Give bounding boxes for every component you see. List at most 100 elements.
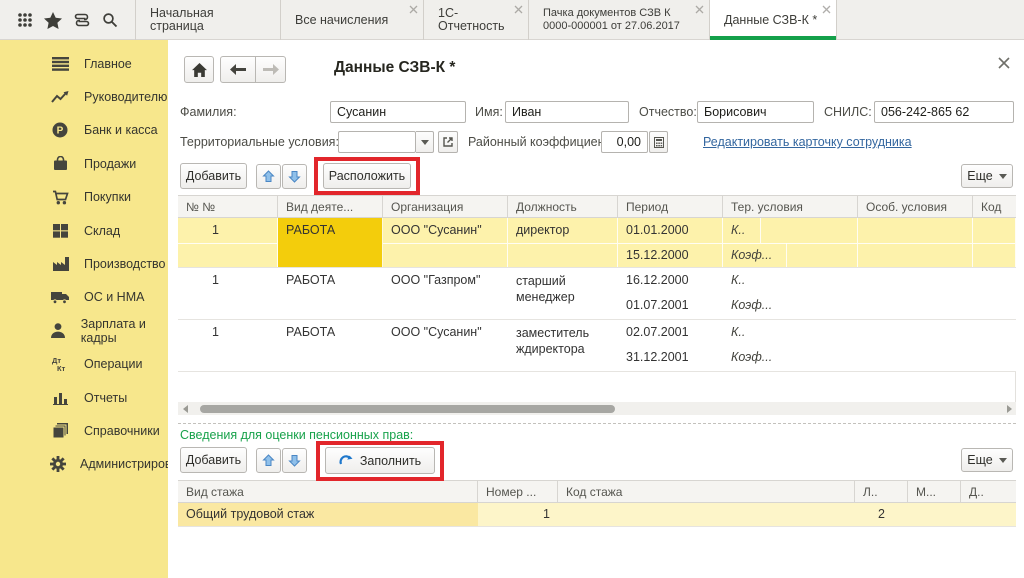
fill-button[interactable]: Заполнить (325, 447, 435, 474)
period-to-cell: 15.12.2000 (618, 243, 722, 267)
sidebar-item-main[interactable]: Главное (0, 47, 168, 80)
svg-text:Р: Р (57, 126, 64, 137)
cart-icon (50, 188, 70, 206)
history-icon[interactable] (71, 9, 93, 31)
activity-cell[interactable]: РАБОТА (278, 218, 382, 243)
apps-grid-icon[interactable] (14, 9, 36, 31)
column-header[interactable]: Д.. (961, 481, 1016, 502)
sidebar-item-manager[interactable]: Руководителю (0, 80, 168, 113)
move-up-button[interactable] (256, 164, 281, 189)
column-header[interactable]: Л.. (855, 481, 908, 502)
sidebar-item-administration[interactable]: Администрирование (0, 448, 168, 481)
add-button[interactable]: Добавить (180, 163, 247, 189)
move-up-button[interactable] (256, 448, 281, 473)
sidebar-item-purchases[interactable]: Покупки (0, 181, 168, 214)
column-header[interactable]: Должность (508, 196, 618, 217)
books-stack-icon (50, 422, 70, 440)
column-header[interactable]: Период (618, 196, 723, 217)
sidebar-item-bank-cash[interactable]: Р Банк и касса (0, 114, 168, 147)
lastname-label: Фамилия: (180, 101, 237, 123)
open-link-icon (443, 137, 453, 147)
move-down-button[interactable] (282, 448, 307, 473)
column-header[interactable]: Вид стажа (178, 481, 478, 502)
column-header[interactable]: Особ. условия (858, 196, 973, 217)
district-coeff-input[interactable] (601, 131, 648, 153)
position-cell: старший (508, 268, 618, 290)
table-row[interactable]: 1 РАБОТА ООО "Сусанин" директор 01.01.20… (178, 218, 1016, 268)
sidebar-item-warehouse[interactable]: Склад (0, 214, 168, 247)
close-tab-icon[interactable] (695, 5, 704, 14)
table-empty-area (178, 372, 1016, 402)
tab-home-page[interactable]: Начальная страница (135, 0, 281, 40)
territorial-combo-input[interactable] (338, 131, 416, 153)
forward-button[interactable] (256, 56, 286, 83)
tab-szvk-data[interactable]: Данные СЗВ-К * (709, 0, 837, 40)
refresh-arrow-icon (339, 455, 353, 467)
table-row[interactable]: 1 РАБОТА ООО "Газпром" старшийменеджер 1… (178, 268, 1016, 320)
firstname-input[interactable] (505, 101, 629, 123)
table-row[interactable]: 1 РАБОТА ООО "Сусанин" заместительждирек… (178, 320, 1016, 372)
horizontal-scrollbar[interactable] (178, 402, 1016, 415)
firstname-label: Имя: (475, 101, 503, 123)
close-form-icon[interactable] (998, 57, 1012, 71)
snils-input[interactable] (874, 101, 1014, 123)
more-button[interactable]: Еще (961, 164, 1013, 188)
tab-label: Все начисления (295, 14, 388, 27)
column-header[interactable]: Код (973, 196, 1016, 217)
sidebar-item-payroll-hr[interactable]: Зарплата и кадры (0, 314, 168, 347)
territorial-cell: К.. (723, 320, 858, 345)
column-header[interactable]: Организация (383, 196, 508, 217)
calculator-button[interactable] (649, 131, 668, 153)
close-tab-icon[interactable] (822, 5, 831, 14)
move-down-button[interactable] (282, 164, 307, 189)
period-from-cell: 16.12.2000 (618, 268, 723, 293)
tab-1c-reporting[interactable]: 1С-Отчетность (423, 0, 529, 40)
more-button[interactable]: Еще (961, 448, 1013, 472)
column-header[interactable]: Вид деяте... (278, 196, 383, 217)
tab-document-pack[interactable]: Пачка документов СЗВ К 0000-000001 от 27… (528, 0, 710, 40)
column-header[interactable]: Тер. условия (723, 196, 858, 217)
search-icon[interactable] (99, 9, 121, 31)
sidebar-item-label: Продажи (84, 157, 136, 171)
sidebar-item-fixed-assets[interactable]: ОС и НМА (0, 281, 168, 314)
add-button[interactable]: Добавить (180, 447, 247, 473)
arrange-button[interactable]: Расположить (323, 163, 411, 189)
table-row[interactable]: Общий трудовой стаж 1 2 (178, 503, 1016, 527)
employment-table-header: № № Вид деяте... Организация Должность П… (178, 195, 1016, 218)
column-header[interactable]: М... (908, 481, 961, 502)
sidebar-item-directories[interactable]: Справочники (0, 414, 168, 447)
scroll-right-icon[interactable] (1002, 402, 1016, 415)
column-header[interactable]: Код стажа (558, 481, 855, 502)
sidebar-item-reports[interactable]: Отчеты (0, 381, 168, 414)
chevron-down-icon (999, 458, 1007, 463)
territorial-open-button[interactable] (438, 131, 458, 153)
lastname-input[interactable] (330, 101, 466, 123)
column-header[interactable]: № № (178, 196, 278, 217)
close-tab-icon[interactable] (514, 5, 523, 14)
sidebar-item-sales[interactable]: Продажи (0, 147, 168, 180)
middlename-input[interactable] (697, 101, 814, 123)
territorial-dropdown-button[interactable] (416, 131, 434, 153)
special-conditions-cell (858, 218, 973, 267)
more-button-label: Еще (967, 169, 992, 183)
column-header[interactable]: Номер ... (478, 481, 558, 502)
back-button[interactable] (220, 56, 256, 83)
favorites-star-icon[interactable] (42, 9, 64, 31)
arrow-down-icon (288, 170, 301, 183)
arrow-down-icon (288, 454, 301, 467)
home-button[interactable] (184, 56, 214, 83)
code-cell (973, 320, 1016, 371)
tab-all-accruals[interactable]: Все начисления (280, 0, 424, 40)
home-icon (192, 63, 207, 77)
scroll-left-icon[interactable] (178, 402, 192, 415)
close-tab-icon[interactable] (409, 5, 418, 14)
edit-employee-card-link[interactable]: Редактировать карточку сотрудника (703, 131, 912, 153)
experience-kind-cell[interactable]: Общий трудовой стаж (178, 503, 478, 526)
tab-label-line2: 0000-000001 от 27.06.2017 (543, 20, 680, 32)
days-cell (961, 503, 1016, 526)
sidebar-item-production[interactable]: Производство (0, 247, 168, 280)
sidebar-item-label: Зарплата и кадры (81, 317, 168, 345)
sidebar-item-operations[interactable]: ДтКт Операции (0, 348, 168, 381)
menu-lines-icon (50, 55, 70, 73)
scrollbar-thumb[interactable] (200, 405, 615, 413)
